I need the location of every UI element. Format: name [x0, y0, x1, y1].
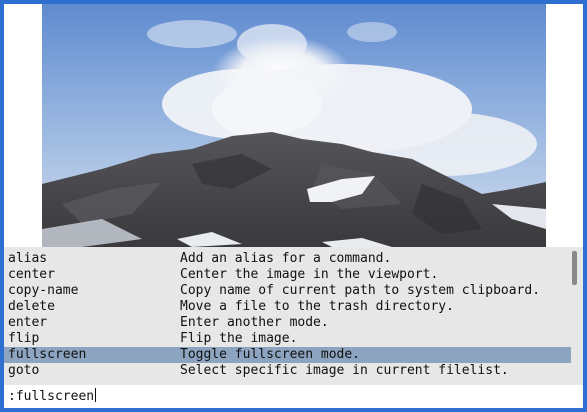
completion-row[interactable]: enter Enter another mode. — [4, 315, 571, 331]
command-name: goto — [8, 363, 40, 378]
completion-scrollbar[interactable] — [572, 251, 577, 285]
command-line-input[interactable]: :fullscreen — [8, 388, 97, 405]
command-name: center — [8, 267, 55, 282]
completion-row[interactable]: copy-name Copy name of current path to s… — [4, 283, 571, 299]
command-name: delete — [8, 299, 55, 314]
command-description: Add an alias for a command. — [180, 251, 392, 266]
completion-row-selected[interactable]: fullscreen Toggle fullscreen mode. — [4, 347, 571, 363]
completion-row[interactable]: flip Flip the image. — [4, 331, 571, 347]
command-name: flip — [8, 331, 40, 346]
completion-row[interactable]: alias Add an alias for a command. — [4, 251, 571, 267]
command-description: Copy name of current path to system clip… — [180, 283, 541, 298]
command-name: copy-name — [8, 283, 79, 298]
image-viewport[interactable] — [4, 4, 583, 247]
command-description: Center the image in the viewport. — [180, 267, 439, 282]
completion-row[interactable]: center Center the image in the viewport. — [4, 267, 571, 283]
displayed-image — [42, 4, 546, 247]
command-name: enter — [8, 315, 48, 330]
command-line-text: :fullscreen — [8, 389, 95, 404]
command-description: Toggle fullscreen mode. — [180, 347, 361, 362]
completion-row[interactable]: delete Move a file to the trash director… — [4, 299, 571, 315]
completion-row[interactable]: goto Select specific image in current fi… — [4, 363, 571, 379]
command-description: Select specific image in current filelis… — [180, 363, 509, 378]
command-description: Move a file to the trash directory. — [180, 299, 454, 314]
command-name: alias — [8, 251, 48, 266]
command-description: Flip the image. — [180, 331, 298, 346]
completion-list: alias Add an alias for a command. center… — [4, 247, 583, 385]
application-window: alias Add an alias for a command. center… — [0, 0, 587, 412]
command-line[interactable]: :fullscreen — [4, 385, 583, 408]
command-name: fullscreen — [8, 347, 87, 362]
text-cursor — [95, 388, 97, 402]
command-description: Enter another mode. — [180, 315, 329, 330]
